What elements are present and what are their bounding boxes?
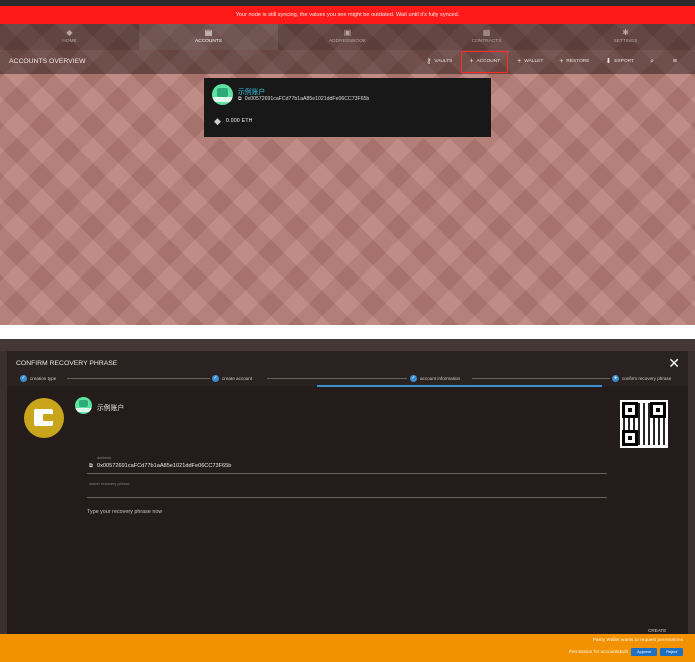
ethereum-icon: ◆ [214,116,221,126]
account-card[interactable]: 示例账户 ⧉ 0x00572691caFCd77b1aA85e1021ddFe06… [204,78,491,137]
restore-button[interactable]: + RESTORE [552,53,596,71]
copy-icon[interactable]: ⧉ [89,463,93,469]
step-label: create account [222,375,253,381]
check-icon: ✓ [410,374,417,382]
add-wallet-button[interactable]: + WALLET [510,53,550,71]
step-confirm-recovery-phrase: ● confirm recovery phrase [612,373,671,383]
tab-label: ACCOUNTS [195,39,222,44]
step-label: confirm recovery phrase [622,375,672,381]
main-tabs: ◆ HOME ▤ ACCOUNTS ▣ ADDRESSBOOK ▦ CONTRA… [0,24,695,50]
step-connector [67,378,210,379]
address-text: 0x00572691caFCd77b1aA85e1021ddFe06CC73F6… [244,96,370,102]
sync-warning-banner: Your node is still syncing, the values y… [0,6,695,24]
account-name[interactable]: 示例账户 [238,86,265,96]
wallet-label: WALLET [524,59,544,64]
step-account-information: ✓ account information [410,373,460,383]
tab-addressbook[interactable]: ▣ ADDRESSBOOK [278,24,417,50]
step-label: account information [420,375,461,381]
download-icon: ⬇ [605,58,612,65]
plus-icon: + [517,58,522,65]
identicon-avatar [75,397,92,414]
step-connector [267,378,407,379]
progress-bar [317,385,602,387]
account-address: ⧉ 0x00572691caFCd77b1aA85e1021ddFe06CC73F… [238,96,369,103]
plus-icon: + [469,58,474,65]
step-create-account: ✓ create account [212,373,252,383]
recovery-phrase-label: owner recovery phrase [89,481,130,486]
reject-button[interactable]: Reject [660,648,683,656]
accounts-toolbar: ACCOUNTS OVERVIEW ⚷ VAULTS + ACCOUNT + WALL… [0,50,695,74]
toolbar-actions: ⚷ VAULTS + ACCOUNT + WALLET + RESTORE ⬇ EXPOR… [419,50,687,74]
create-button[interactable]: CREATE [648,628,666,633]
page-title: ACCOUNTS OVERVIEW [9,58,86,65]
qr-finder [622,430,638,446]
wallet-icon [24,398,64,438]
tab-accounts[interactable]: ▤ ACCOUNTS [139,24,278,50]
tab-home[interactable]: ◆ HOME [0,24,139,50]
create-account-dialog: CONFIRM RECOVERY PHRASE ✕ ✓ creation type… [7,351,688,636]
export-button[interactable]: ⬇ EXPORT [598,53,641,71]
step-number-icon: ● [612,374,619,382]
contracts-icon: ▦ [482,28,491,37]
recovery-phrase-divider [87,497,607,498]
plus-icon: + [559,58,564,65]
addressbook-icon: ▣ [343,28,352,37]
tab-label: CONTRACTS [471,39,502,44]
dialog-header: CONFIRM RECOVERY PHRASE ✕ ✓ creation type… [7,351,688,387]
recovery-phrase-input[interactable]: Type your recovery phrase now [87,509,162,515]
close-icon[interactable]: ✕ [668,355,680,371]
create-account-dialog-screen: CONFIRM RECOVERY PHRASE ✕ ✓ creation type… [0,339,695,662]
search-button[interactable]: ⌕ [643,53,664,71]
stepper: ✓ creation type ✓ create account ✓ account … [7,373,688,383]
add-account-button[interactable]: + ACCOUNT [461,51,509,73]
dialog-title: CONFIRM RECOVERY PHRASE [16,360,118,367]
accounts-overview-screen: Your node is still syncing, the values y… [0,0,695,325]
restore-label: RESTORE [566,59,590,64]
account-balance: 0.000 ETH [226,118,253,124]
vaults-button[interactable]: ⚷ VAULTS [419,53,459,71]
permission-text: Permission for accountsEdit [568,649,629,655]
account-label: ACCOUNT [476,59,501,64]
address-qr-code [620,400,668,448]
copy-icon[interactable]: ⧉ [238,96,242,102]
export-label: EXPORT [614,59,634,64]
permission-request-toast: Parity Wallet wants to request permissio… [0,634,695,662]
step-label: creation type [30,375,57,381]
check-icon: ✓ [20,374,27,382]
address-text: 0x00572691caFCd77b1aA85e1021ddFe06CC73F6… [97,463,232,469]
address-label: address [97,455,112,460]
tab-settings[interactable]: ✱ SETTINGS [556,24,695,50]
accounts-icon: ▤ [204,28,213,37]
gear-icon: ✱ [622,28,629,37]
address-underline [87,473,607,474]
account-address: ⧉ 0x00572691caFCd77b1aA85e1021ddFe06CC73F… [89,463,231,470]
background-tabs [0,339,695,351]
toast-actions: Permission for accountsEdit Approve Reje… [569,648,683,656]
tab-label: ADDRESSBOOK [328,39,367,44]
home-icon: ◆ [66,28,73,37]
tab-label: SETTINGS [613,39,638,44]
sort-icon: ≡ [672,58,677,65]
tab-label: HOME [62,39,77,44]
qr-finder [650,402,666,418]
toast-message: Parity Wallet wants to request permissio… [592,638,683,643]
identicon-avatar [212,84,233,105]
approve-button[interactable]: Approve [631,648,658,656]
key-icon: ⚷ [426,58,432,65]
qr-finder [622,402,638,418]
account-name: 示例账户 [97,405,125,412]
step-creation-type: ✓ creation type [20,373,56,383]
search-icon: ⌕ [649,58,654,65]
tab-contracts[interactable]: ▦ CONTRACTS [417,24,556,50]
vaults-label: VAULTS [434,59,453,64]
step-connector [472,378,610,379]
check-icon: ✓ [212,374,219,382]
sort-button[interactable]: ≡ [666,53,687,71]
